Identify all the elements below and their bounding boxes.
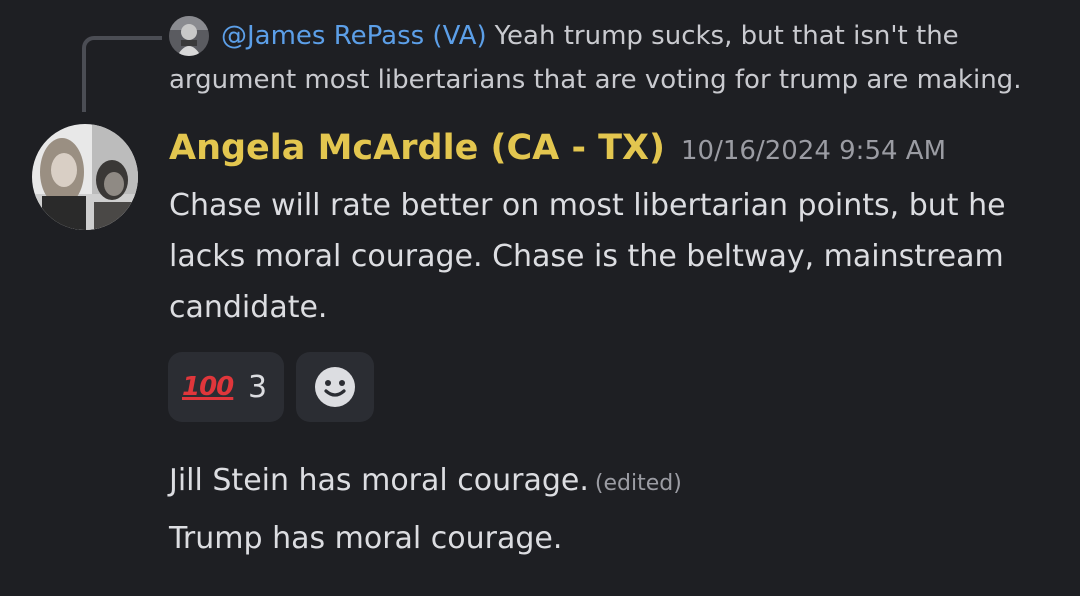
message-header: Angela McArdle (CA - TX) 10/16/2024 9:54 … — [169, 128, 946, 168]
author-name[interactable]: Angela McArdle (CA - TX) — [169, 128, 665, 168]
reaction-count: 3 — [248, 369, 268, 405]
add-reaction-button[interactable] — [296, 352, 374, 422]
reaction-bar: 100 3 — [168, 352, 374, 422]
edited-label: (edited) — [594, 471, 682, 496]
followup-message-1: Jill Stein has moral courage. (edited) — [169, 459, 682, 506]
reply-connector-line — [82, 36, 162, 112]
reply-preview[interactable]: @James RePass (VA) Yeah trump sucks, but … — [169, 14, 1049, 102]
message-timestamp: 10/16/2024 9:54 AM — [681, 136, 947, 166]
followup-text: Jill Stein has moral courage. — [169, 463, 589, 498]
smiley-add-reaction-icon — [315, 367, 355, 407]
message-body: Chase will rate better on most libertari… — [169, 188, 1006, 325]
followup-text: Trump has moral courage. — [169, 521, 563, 556]
hundred-points-emoji-icon: 100 — [182, 372, 234, 402]
author-avatar[interactable] — [32, 124, 138, 230]
chat-view: @James RePass (VA) Yeah trump sucks, but … — [0, 0, 1080, 596]
reply-author-mention[interactable]: @James RePass (VA) — [221, 21, 487, 51]
reaction-100[interactable]: 100 3 — [168, 352, 284, 422]
followup-message-2: Trump has moral courage. — [169, 517, 562, 561]
